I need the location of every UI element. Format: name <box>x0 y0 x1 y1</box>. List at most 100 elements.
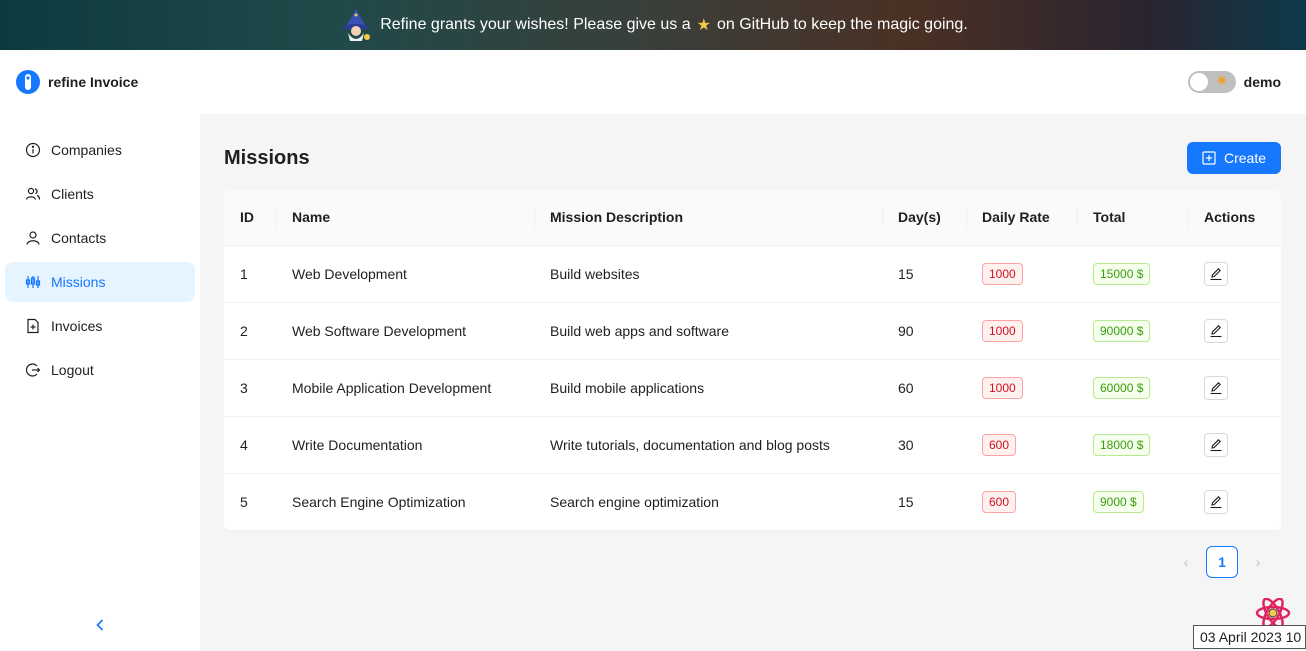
cell-days: 15 <box>882 245 966 303</box>
top-header: refine Invoice ☀ demo <box>0 50 1306 114</box>
cell-actions <box>1188 359 1281 417</box>
cell-actions <box>1188 245 1281 303</box>
devtools-atom-icon[interactable] <box>1254 598 1292 628</box>
cell-id: 3 <box>224 359 276 417</box>
cell-name: Web Development <box>276 245 534 303</box>
column-header-name[interactable]: Name <box>276 190 534 246</box>
brand[interactable]: refine Invoice <box>16 70 138 94</box>
daily-rate-tag: 1000 <box>982 262 1023 285</box>
column-header-actions: Actions <box>1188 190 1281 246</box>
cell-actions <box>1188 302 1281 360</box>
chevron-right-icon: › <box>1255 554 1261 570</box>
edit-icon <box>1210 495 1222 508</box>
cell-actions <box>1188 473 1281 531</box>
sidebar-item-contacts[interactable]: Contacts <box>5 218 195 258</box>
table-row[interactable]: 4 Write Documentation Write tutorials, d… <box>224 416 1281 474</box>
cell-description: Search engine optimization <box>534 473 882 531</box>
wizard-icon <box>343 9 371 41</box>
edit-icon <box>1210 438 1222 451</box>
sidebar-item-missions[interactable]: Missions <box>5 262 195 302</box>
cell-daily-rate: 600 <box>966 473 1077 531</box>
cell-name: Web Software Development <box>276 302 534 360</box>
sidebar-item-label: Logout <box>51 362 94 378</box>
table-row[interactable]: 5 Search Engine Optimization Search engi… <box>224 473 1281 531</box>
edit-button[interactable] <box>1204 318 1228 343</box>
cell-days: 90 <box>882 302 966 360</box>
edit-button[interactable] <box>1204 261 1228 286</box>
edit-button[interactable] <box>1204 489 1228 514</box>
create-button-label: Create <box>1223 150 1266 166</box>
sidebar-item-logout[interactable]: Logout <box>5 350 195 390</box>
cell-description: Build websites <box>534 245 882 303</box>
cell-days: 15 <box>882 473 966 531</box>
timestamp-overlay: 03 April 2023 10 <box>1193 625 1306 649</box>
edit-button[interactable] <box>1204 375 1228 400</box>
sidebar-item-companies[interactable]: Companies <box>5 130 195 170</box>
total-tag: 9000 $ <box>1093 490 1144 513</box>
main-content: Missions Create ID Name Mission Descript… <box>224 138 1281 531</box>
logout-icon <box>26 363 41 377</box>
column-header-daily-rate[interactable]: Daily Rate <box>966 190 1077 246</box>
create-button[interactable]: Create <box>1186 142 1281 174</box>
cell-total: 60000 $ <box>1077 359 1188 417</box>
cell-days: 30 <box>882 416 966 474</box>
edit-icon <box>1210 324 1222 337</box>
collapse-sidebar-icon[interactable] <box>90 615 110 635</box>
page-button-current[interactable]: 1 <box>1206 546 1238 578</box>
column-header-total[interactable]: Total <box>1077 190 1188 246</box>
next-page-button[interactable]: › <box>1246 546 1270 578</box>
column-header-id[interactable]: ID <box>224 190 276 246</box>
cell-daily-rate: 1000 <box>966 245 1077 303</box>
page-header: Missions Create <box>224 138 1281 178</box>
cell-name: Write Documentation <box>276 416 534 474</box>
promo-banner[interactable]: Refine grants your wishes! Please give u… <box>0 0 1306 50</box>
table-header-row: ID Name Mission Description Day(s) Daily… <box>224 190 1281 246</box>
daily-rate-tag: 600 <box>982 433 1017 456</box>
sidebar-item-label: Invoices <box>51 318 103 334</box>
cell-id: 1 <box>224 245 276 303</box>
table-row[interactable]: 2 Web Software Development Build web app… <box>224 302 1281 360</box>
column-header-description[interactable]: Mission Description <box>534 190 882 246</box>
daily-rate-tag: 1000 <box>982 319 1023 342</box>
pagination: ‹ 1 › <box>1174 546 1270 578</box>
sidebar-item-label: Missions <box>51 274 106 290</box>
sidebar-item-label: Contacts <box>51 230 107 246</box>
table-row[interactable]: 3 Mobile Application Development Build m… <box>224 359 1281 417</box>
daily-rate-tag: 600 <box>982 490 1017 513</box>
total-tag: 60000 $ <box>1093 376 1151 399</box>
cell-total: 90000 $ <box>1077 302 1188 360</box>
banner-text-start: Refine grants your wishes! Please give u… <box>380 16 691 33</box>
cell-daily-rate: 1000 <box>966 359 1077 417</box>
total-tag: 90000 $ <box>1093 319 1151 342</box>
sliders-icon <box>25 276 41 288</box>
missions-table: ID Name Mission Description Day(s) Daily… <box>224 190 1281 531</box>
column-header-days[interactable]: Day(s) <box>882 190 966 246</box>
sun-icon: ☀ <box>1216 73 1228 88</box>
brand-title: refine Invoice <box>48 74 139 90</box>
cell-id: 5 <box>224 473 276 531</box>
edit-icon <box>1210 381 1222 394</box>
cell-id: 4 <box>224 416 276 474</box>
prev-page-button[interactable]: ‹ <box>1174 546 1198 578</box>
theme-toggle[interactable]: ☀ <box>1187 71 1236 93</box>
edit-icon <box>1210 267 1222 280</box>
page-title: Missions <box>224 146 310 169</box>
total-tag: 15000 $ <box>1093 262 1151 285</box>
sidebar-item-invoices[interactable]: Invoices <box>5 306 195 346</box>
refine-logo-icon <box>16 70 40 94</box>
cell-days: 60 <box>882 359 966 417</box>
cell-total: 15000 $ <box>1077 245 1188 303</box>
total-tag: 18000 $ <box>1093 433 1151 456</box>
team-icon <box>25 187 41 200</box>
cell-total: 9000 $ <box>1077 473 1188 531</box>
sidebar-item-label: Companies <box>51 142 122 158</box>
plus-square-icon <box>1202 151 1216 165</box>
sidebar-item-label: Clients <box>51 186 94 202</box>
sidebar-item-clients[interactable]: Clients <box>5 174 195 214</box>
cell-name: Search Engine Optimization <box>276 473 534 531</box>
table-row[interactable]: 1 Web Development Build websites 15 1000… <box>224 245 1281 303</box>
info-circle-icon <box>25 142 41 158</box>
cell-daily-rate: 1000 <box>966 302 1077 360</box>
edit-button[interactable] <box>1204 432 1228 457</box>
cell-name: Mobile Application Development <box>276 359 534 417</box>
